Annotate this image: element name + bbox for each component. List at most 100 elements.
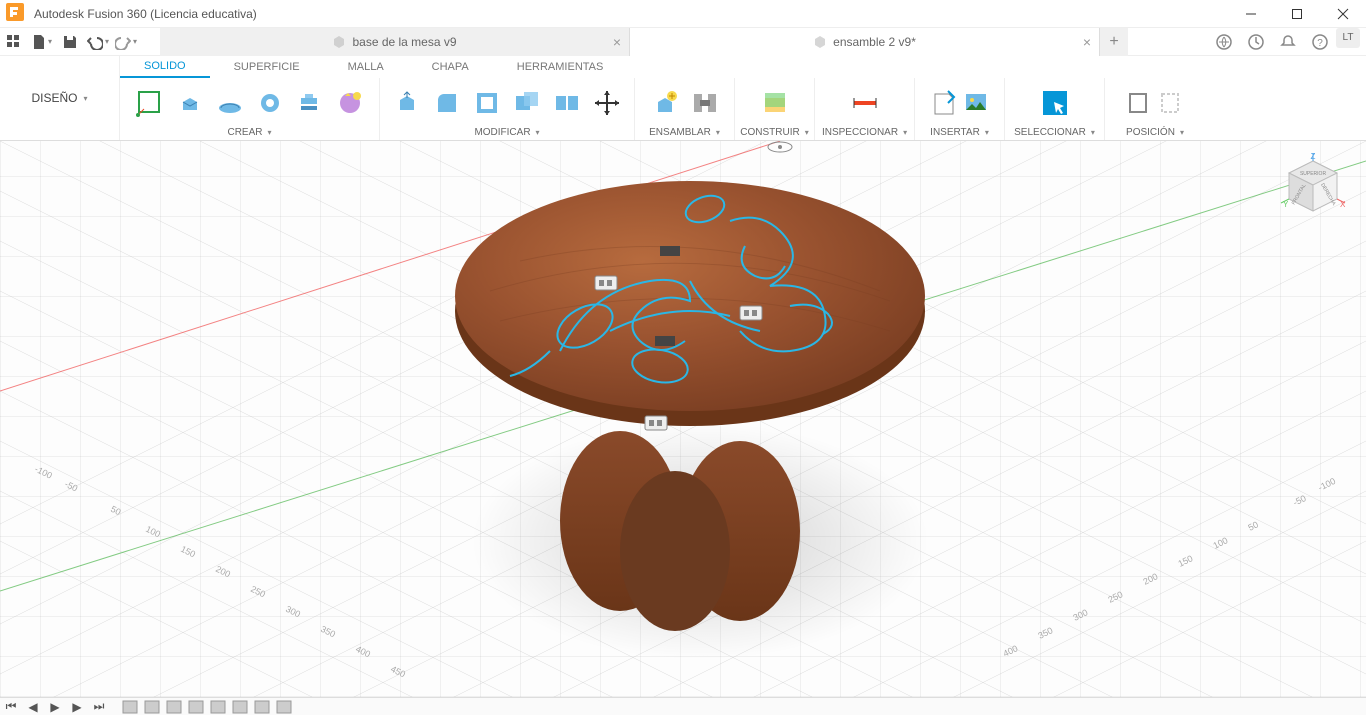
svg-text:?: ? xyxy=(1317,38,1323,49)
sketch-icon[interactable] xyxy=(133,86,167,120)
create-form-icon[interactable] xyxy=(333,86,367,120)
data-panel-button[interactable] xyxy=(0,28,28,56)
panel-label[interactable]: SELECCIONAR▾ xyxy=(1014,124,1095,140)
joint-icon[interactable] xyxy=(688,86,722,120)
timeline-feature[interactable] xyxy=(275,699,295,715)
split-icon[interactable] xyxy=(550,86,584,120)
tab-chapa[interactable]: CHAPA xyxy=(408,56,493,78)
minimize-button[interactable] xyxy=(1228,0,1274,28)
user-badge[interactable]: LT xyxy=(1336,28,1360,48)
sweep-icon[interactable] xyxy=(253,86,287,120)
timeline-feature[interactable] xyxy=(231,699,251,715)
tab-base-de-la-mesa[interactable]: base de la mesa v9 × xyxy=(160,28,630,56)
tab-superficie[interactable]: SUPERFICIE xyxy=(210,56,324,78)
svg-text:50: 50 xyxy=(109,504,122,517)
undo-button[interactable]: ▾ xyxy=(84,28,112,56)
close-icon[interactable]: × xyxy=(613,34,621,50)
window-title: Autodesk Fusion 360 (Licencia educativa) xyxy=(34,7,1228,21)
tab-solido[interactable]: SOLIDO xyxy=(120,56,210,78)
updates-button[interactable] xyxy=(1240,28,1272,56)
combine-icon[interactable] xyxy=(510,86,544,120)
viewcube[interactable]: SUPERIOR FRONTAL DERECHA Z Y X xyxy=(1278,153,1348,223)
panel-modificar: MODIFICAR▾ xyxy=(380,78,635,140)
extensions-button[interactable] xyxy=(1208,28,1240,56)
ribbon-tabs: SOLIDO SUPERFICIE MALLA CHAPA HERRAMIENT… xyxy=(120,56,1205,78)
timeline-back-button[interactable]: ◀ xyxy=(22,698,44,716)
workspace-switcher[interactable]: DISEÑO ▾ xyxy=(0,56,120,140)
timeline-end-button[interactable]: ⏭ xyxy=(88,698,110,716)
svg-text:50: 50 xyxy=(1246,519,1259,532)
tab-label: base de la mesa v9 xyxy=(352,35,456,49)
svg-text:400: 400 xyxy=(354,644,372,660)
panel-label[interactable]: CREAR▾ xyxy=(227,124,271,140)
panel-label[interactable]: MODIFICAR▾ xyxy=(474,124,539,140)
maximize-button[interactable] xyxy=(1274,0,1320,28)
svg-text:450: 450 xyxy=(389,664,407,680)
press-pull-icon[interactable] xyxy=(390,86,424,120)
shell-icon[interactable] xyxy=(470,86,504,120)
file-icon xyxy=(813,35,827,49)
panel-label[interactable]: POSICIÓN▾ xyxy=(1126,124,1184,140)
new-component-icon[interactable] xyxy=(648,86,682,120)
fusion-icon xyxy=(6,3,28,25)
svg-text:250: 250 xyxy=(1106,589,1124,605)
panel-insertar: INSERTAR▾ xyxy=(915,78,1005,140)
new-file-button[interactable]: ▾ xyxy=(28,28,56,56)
panel-label[interactable]: ENSAMBLAR▾ xyxy=(649,124,720,140)
notifications-button[interactable] xyxy=(1272,28,1304,56)
file-icon xyxy=(332,35,346,49)
ribbon: DISEÑO ▾ SOLIDO SUPERFICIE MALLA CHAPA H… xyxy=(0,56,1366,141)
timeline-play-button[interactable]: ▶ xyxy=(44,698,66,716)
revolve-icon[interactable] xyxy=(213,86,247,120)
save-button[interactable] xyxy=(56,28,84,56)
svg-text:400: 400 xyxy=(1001,643,1019,659)
timeline-feature[interactable] xyxy=(121,699,141,715)
timeline-start-button[interactable]: ⏮ xyxy=(0,698,22,716)
title-bar: Autodesk Fusion 360 (Licencia educativa) xyxy=(0,0,1366,28)
timeline-feature[interactable] xyxy=(253,699,273,715)
panel-label[interactable]: CONSTRUIR▾ xyxy=(740,124,808,140)
timeline-feature[interactable] xyxy=(143,699,163,715)
insert-image-icon[interactable] xyxy=(963,86,989,120)
new-tab-button[interactable]: + xyxy=(1100,28,1128,56)
timeline-feature[interactable] xyxy=(209,699,229,715)
viewport[interactable]: -100 -50 50 100 150 200 250 300 350 400 … xyxy=(0,141,1366,697)
help-button[interactable]: ? xyxy=(1304,28,1336,56)
ribbon-panels: CREAR▾ MODIFICAR▾ xyxy=(120,78,1205,140)
window-controls xyxy=(1228,0,1366,28)
insert-derive-icon[interactable] xyxy=(931,86,957,120)
close-button[interactable] xyxy=(1320,0,1366,28)
timeline-feature[interactable] xyxy=(165,699,185,715)
tab-label: ensamble 2 v9* xyxy=(833,35,916,49)
extrude-icon[interactable] xyxy=(173,86,207,120)
svg-text:150: 150 xyxy=(179,544,197,560)
svg-text:200: 200 xyxy=(1141,571,1159,587)
timeline-forward-button[interactable]: ▶ xyxy=(66,698,88,716)
workspace-label: DISEÑO xyxy=(31,91,77,105)
svg-text:350: 350 xyxy=(1036,625,1054,641)
tab-herramientas[interactable]: HERRAMIENTAS xyxy=(493,56,628,78)
select-icon[interactable] xyxy=(1038,86,1072,120)
construct-plane-icon[interactable] xyxy=(758,86,792,120)
panel-label[interactable]: INSERTAR▾ xyxy=(930,124,989,140)
timeline: ⏮ ◀ ▶ ▶ ⏭ xyxy=(0,697,1366,715)
svg-text:100: 100 xyxy=(144,524,162,540)
loft-icon[interactable] xyxy=(293,86,327,120)
tab-malla[interactable]: MALLA xyxy=(324,56,408,78)
close-icon[interactable]: × xyxy=(1083,34,1091,50)
svg-text:200: 200 xyxy=(214,564,232,580)
model[interactable] xyxy=(430,151,990,697)
fillet-icon[interactable] xyxy=(430,86,464,120)
panel-inspeccionar: INSPECCIONAR▾ xyxy=(815,78,915,140)
unground-icon[interactable] xyxy=(1158,86,1184,120)
measure-icon[interactable] xyxy=(848,86,882,120)
redo-button[interactable]: ▾ xyxy=(112,28,140,56)
ground-icon[interactable] xyxy=(1126,86,1152,120)
move-icon[interactable] xyxy=(590,86,624,120)
svg-text:250: 250 xyxy=(249,584,267,600)
timeline-feature[interactable] xyxy=(187,699,207,715)
svg-text:300: 300 xyxy=(1071,607,1089,623)
panel-label[interactable]: INSPECCIONAR▾ xyxy=(822,124,907,140)
svg-text:350: 350 xyxy=(319,624,337,640)
tab-ensamble-2[interactable]: ensamble 2 v9* × xyxy=(630,28,1100,56)
